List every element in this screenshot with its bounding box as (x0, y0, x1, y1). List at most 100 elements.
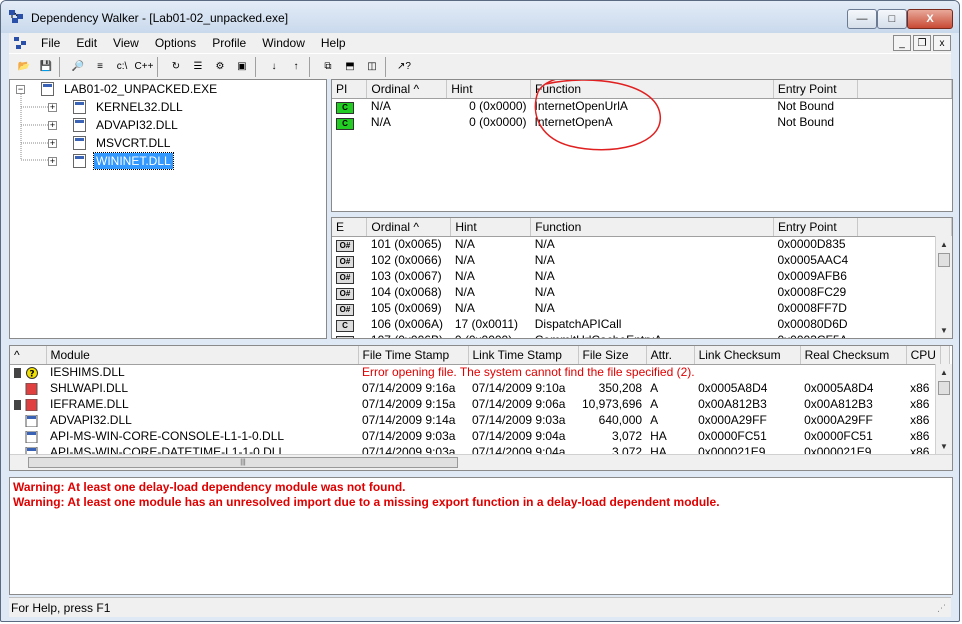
resize-grip-icon[interactable]: ⋰ (937, 603, 949, 615)
column-header[interactable]: File Time Stamp (358, 346, 469, 365)
tile-horizontal-button[interactable]: ⬒ (339, 56, 361, 78)
title-bar[interactable]: Dependency Walker - [Lab01-02_unpacked.e… (1, 1, 959, 33)
scroll-up-arrow[interactable]: ▲ (936, 236, 952, 252)
column-header[interactable]: Attr. (646, 346, 695, 365)
menu-file[interactable]: File (33, 36, 68, 50)
column-header[interactable]: PI (332, 80, 368, 99)
tile-vertical-button[interactable]: ◫ (361, 56, 383, 78)
column-header[interactable]: E (332, 218, 368, 237)
modules-hscroll-thumb[interactable]: ||| (28, 457, 458, 468)
configure-button[interactable]: ⚙ (209, 56, 231, 78)
column-header[interactable]: Function (530, 80, 774, 99)
module-path-button[interactable]: ≡ (89, 56, 111, 78)
save-button[interactable]: 💾 (35, 56, 57, 78)
table-row[interactable]: O# 102 (0x0066) N/A N/A 0x0005AAC4 (332, 252, 952, 268)
link-timestamp-cell: 07/14/2009 9:06a (472, 397, 566, 411)
modules-vertical-scrollbar[interactable]: ▲ ▼ (935, 364, 952, 454)
column-header[interactable]: File Size (578, 346, 647, 365)
table-row[interactable]: C 106 (0x006A) 17 (0x0011) DispatchAPICall 0… (332, 316, 952, 332)
column-header[interactable]: ^ (10, 346, 47, 365)
mdi-restore-button[interactable]: ❐ (913, 35, 931, 51)
modules-scroll-up-arrow[interactable]: ▲ (936, 364, 952, 380)
table-row[interactable]: API-MS-WIN-CORE-CONSOLE-L1-1-0.DLL 07/14/… (10, 428, 949, 444)
column-header[interactable]: Entry Point (773, 218, 858, 237)
menu-profile[interactable]: Profile (204, 36, 254, 50)
tree-item-wininet-dll[interactable]: + WININET.DLL (48, 152, 174, 170)
column-header[interactable]: Ordinal ^ (366, 80, 448, 99)
mdi-minimize-button[interactable]: _ (893, 35, 911, 51)
status-bar: For Help, press F1 ⋰ (9, 597, 951, 617)
modules-scroll-down-arrow[interactable]: ▼ (936, 438, 952, 454)
exports-pane[interactable]: E Ordinal ^ Hint Function Entry Point O# 101 … (331, 217, 953, 339)
expand-toggle[interactable]: + (48, 156, 57, 166)
tree-root-row[interactable]: − LAB01-02_UNPACKED.EXE (16, 80, 219, 98)
module-list-pane[interactable]: ^ Module File Time Stamp Link Time Stamp Fil… (9, 345, 953, 471)
imports-pane[interactable]: PI Ordinal ^ Hint Function Entry Point C N/A 0… (331, 79, 953, 212)
column-header[interactable]: CPU (906, 346, 941, 365)
menu-help[interactable]: Help (313, 36, 354, 50)
mdi-document-icon[interactable] (11, 35, 33, 51)
table-row[interactable]: SHLWAPI.DLL 07/14/2009 9:16a 07/14/2009 9:… (10, 380, 949, 396)
highlight-export-button[interactable]: ↑ (285, 56, 307, 78)
column-header[interactable]: Link Time Stamp (468, 346, 579, 365)
column-header[interactable]: Real Checksum (800, 346, 907, 365)
open-folder-button[interactable]: 📂 (13, 56, 35, 78)
module-dependency-tree[interactable]: − LAB01-02_UNPACKED.EXE + KERNEL32.DLL + AD… (9, 79, 327, 339)
tree-item-msvcrt-dll[interactable]: + MSVCRT.DLL (48, 134, 172, 152)
function-cell: N/A (534, 301, 555, 315)
table-row[interactable]: O# 101 (0x0065) N/A N/A 0x0000D835 (332, 236, 952, 252)
menu-options[interactable]: Options (147, 36, 204, 50)
table-row[interactable]: C 107 (0x006B)0 (0x0000)CommitUrlCacheEnt… (332, 332, 952, 338)
table-row[interactable]: ? IESHIMS.DLL Error opening file. The syst… (10, 364, 949, 380)
table-row[interactable]: C N/A 0 (0x0000) InternetOpenA Not Bound (332, 114, 952, 130)
highlight-import-button[interactable]: ↓ (263, 56, 285, 78)
expand-toggle[interactable]: + (48, 138, 57, 148)
table-row[interactable]: O# 104 (0x0068) N/A N/A 0x0008FC29 (332, 284, 952, 300)
expand-toggle[interactable]: + (48, 102, 57, 112)
menu-edit[interactable]: Edit (68, 36, 105, 50)
tree-item-label: WININET.DLL (93, 152, 174, 170)
properties-button[interactable]: ☰ (187, 56, 209, 78)
context-help-button[interactable]: ↗? (393, 56, 415, 78)
column-header[interactable]: Function (530, 218, 774, 237)
hint-cell: 0 (0x0000) (469, 99, 527, 114)
column-header[interactable]: Hint (450, 218, 532, 237)
table-row[interactable]: ADVAPI32.DLL 07/14/2009 9:14a 07/14/2009 9… (10, 412, 949, 428)
column-header[interactable]: Hint (446, 80, 532, 99)
table-row[interactable]: O# 103 (0x0067) N/A N/A 0x0009AFB6 (332, 268, 952, 284)
table-row[interactable]: C N/A 0 (0x0000) InternetOpenUrlA Not Bound (332, 98, 952, 114)
tree-item-advapi32-dll[interactable]: + ADVAPI32.DLL (48, 116, 180, 134)
menu-view[interactable]: View (105, 36, 147, 50)
refresh-button[interactable]: ↻ (165, 56, 187, 78)
maximize-button[interactable]: □ (877, 9, 907, 29)
column-header[interactable]: Link Checksum (694, 346, 801, 365)
tile-horizontal-icon: ⬒ (345, 61, 355, 72)
mdi-close-button[interactable]: x (933, 35, 951, 51)
table-row[interactable]: IEFRAME.DLL 07/14/2009 9:15a 07/14/2009 9:… (10, 396, 949, 412)
function-cell: N/A (534, 253, 555, 267)
module-status-cell: ? (10, 364, 46, 380)
column-header[interactable]: Entry Point (773, 80, 858, 99)
expand-toggle[interactable]: + (48, 120, 57, 130)
full-paths-button[interactable]: c:\ (111, 56, 133, 78)
menu-window[interactable]: Window (254, 36, 313, 50)
scroll-thumb[interactable] (938, 253, 950, 267)
view-module-button[interactable]: ▣ (231, 56, 253, 78)
log-pane[interactable]: Warning: At least one delay-load depende… (9, 477, 953, 595)
scroll-down-arrow[interactable]: ▼ (936, 322, 952, 338)
column-header[interactable]: Ordinal ^ (366, 218, 452, 237)
exports-vertical-scrollbar[interactable]: ▲ ▼ (935, 236, 952, 338)
cascade-button[interactable]: ⧉ (317, 56, 339, 78)
find-module-button[interactable]: 🔎 (67, 56, 89, 78)
entry-point-cell: 0x0008FF7D (777, 301, 847, 315)
collapse-toggle[interactable]: − (16, 84, 25, 94)
column-header[interactable]: Module (46, 346, 359, 365)
minimize-button[interactable]: — (847, 9, 877, 29)
dependency-walker-app-icon[interactable] (9, 10, 25, 24)
modules-horizontal-scrollbar[interactable]: ||| (10, 454, 952, 470)
modules-scroll-thumb[interactable] (938, 381, 950, 395)
table-row[interactable]: O# 105 (0x0069) N/A N/A 0x0008FF7D (332, 300, 952, 316)
tree-item-kernel32-dll[interactable]: + KERNEL32.DLL (48, 98, 185, 116)
undecorate-cpp-button[interactable]: C++ (133, 56, 155, 78)
close-button[interactable]: X (907, 9, 953, 29)
